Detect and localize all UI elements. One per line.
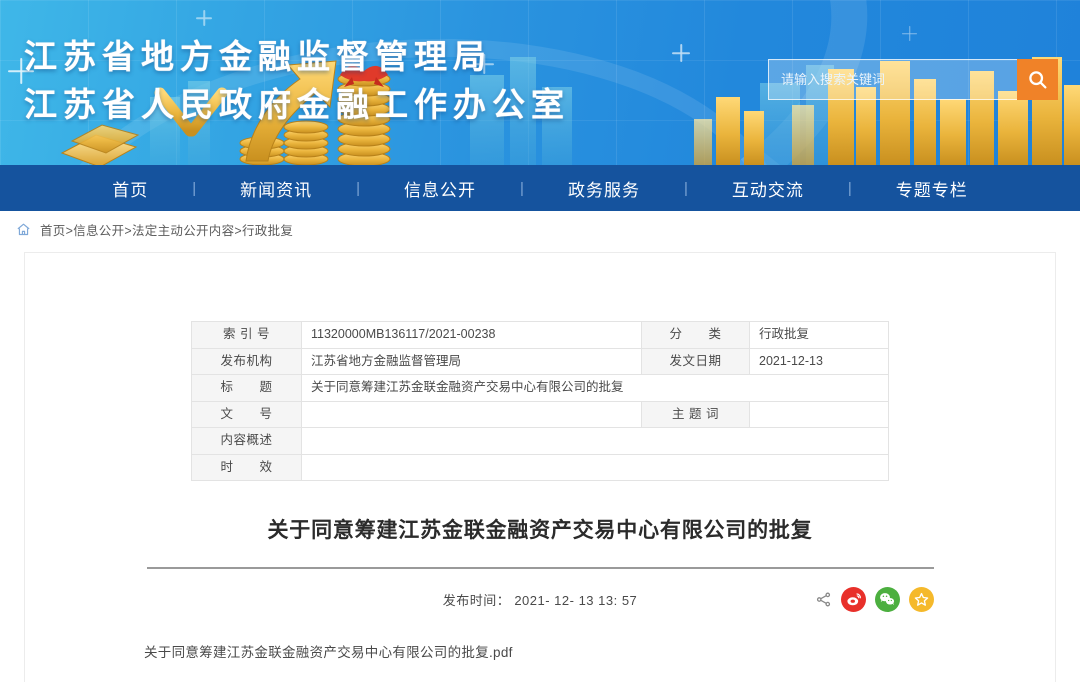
sparkle-icon	[196, 10, 212, 26]
search-icon	[1029, 71, 1047, 89]
nav-item-home[interactable]: 首页	[102, 176, 158, 201]
weibo-icon[interactable]	[840, 586, 866, 612]
sparkle-icon	[902, 26, 917, 41]
cell-label-document-number: 文 号	[191, 400, 302, 428]
nav-separator: |	[683, 179, 688, 197]
cell-label-validity: 时 效	[191, 453, 302, 481]
cell-label-title: 标 题	[191, 374, 302, 402]
share-icon[interactable]	[815, 591, 832, 608]
search-button[interactable]	[1017, 59, 1058, 100]
search-input[interactable]	[768, 59, 1017, 100]
site-title-line-1: 江苏省地方金融监督管理局	[24, 38, 492, 75]
cell-value-keywords	[749, 400, 889, 428]
home-icon[interactable]	[16, 222, 31, 237]
cell-value-document-number	[301, 400, 642, 428]
nav-item-interaction[interactable]: 互动交流	[722, 176, 814, 201]
sparkle-icon	[1042, 104, 1056, 118]
table-row: 发布机构 江苏省地方金融监督管理局 发文日期 2021-12-13	[191, 347, 889, 375]
cell-value-title: 关于同意筹建江苏金联金融资产交易中心有限公司的批复	[301, 374, 889, 402]
main-navigation: 首页 | 新闻资讯 | 信息公开 | 政务服务 | 互动交流 | 专题专栏	[0, 165, 1080, 211]
breadcrumb: 首页>信息公开>法定主动公开内容>行政批复	[0, 211, 1080, 247]
page-title: 关于同意筹建江苏金联金融资产交易中心有限公司的批复	[267, 519, 813, 542]
table-row: 内容概述	[191, 427, 889, 455]
cell-value-issue-date: 2021-12-13	[749, 347, 889, 375]
table-row: 文 号 主 题 词	[191, 400, 889, 428]
content-card: 索 引 号 11320000MB136117/2021-00238 分 类 行政…	[24, 252, 1056, 682]
breadcrumb-path[interactable]: 首页>信息公开>法定主动公开内容>行政批复	[40, 220, 293, 239]
nav-separator: |	[192, 179, 197, 197]
nav-item-topics[interactable]: 专题专栏	[886, 176, 978, 201]
nav-separator: |	[356, 179, 361, 197]
site-banner: 江苏省地方金融监督管理局 江苏省人民政府金融工作办公室	[0, 0, 1080, 165]
document-metadata-table: 索 引 号 11320000MB136117/2021-00238 分 类 行政…	[191, 321, 889, 481]
table-row: 索 引 号 11320000MB136117/2021-00238 分 类 行政…	[191, 321, 889, 349]
favorite-star-icon-glyph	[914, 592, 928, 606]
home-icon-glyph	[17, 223, 30, 235]
nav-separator: |	[520, 179, 524, 197]
cell-value-validity	[301, 453, 889, 481]
table-row: 时 效	[191, 453, 889, 481]
share-icon-glyph	[816, 592, 830, 606]
publish-time: 发布时间： 2021- 12- 13 13: 57	[442, 592, 638, 608]
cell-value-publisher: 江苏省地方金融监督管理局	[301, 347, 642, 375]
cell-label-publisher: 发布机构	[191, 347, 302, 375]
document-meta-row: 发布时间： 2021- 12- 13 13: 57	[147, 585, 934, 613]
title-divider	[146, 567, 934, 569]
nav-item-disclosure[interactable]: 信息公开	[394, 176, 486, 201]
weibo-icon-glyph	[846, 592, 861, 605]
attachment-link[interactable]: 关于同意筹建江苏金联金融资产交易中心有限公司的批复.pdf	[144, 641, 1055, 661]
cell-value-category: 行政批复	[749, 321, 889, 349]
cell-label-summary: 内容概述	[191, 427, 302, 455]
sparkle-icon	[672, 44, 690, 62]
favorite-star-icon[interactable]	[908, 586, 934, 612]
cell-label-issue-date: 发文日期	[641, 347, 750, 375]
nav-item-services[interactable]: 政务服务	[558, 176, 650, 201]
site-search	[768, 59, 1058, 100]
cell-label-category: 分 类	[641, 321, 750, 349]
nav-separator: |	[847, 179, 852, 197]
wechat-icon[interactable]	[874, 586, 900, 612]
site-title: 江苏省地方金融监督管理局 江苏省人民政府金融工作办公室	[24, 33, 570, 129]
cell-value-index-number: 11320000MB136117/2021-00238	[301, 321, 642, 349]
share-group	[815, 585, 934, 613]
site-title-line-2: 江苏省人民政府金融工作办公室	[24, 86, 570, 123]
wechat-icon-glyph	[880, 593, 895, 606]
cell-label-keywords: 主 题 词	[641, 400, 750, 428]
nav-item-news[interactable]: 新闻资讯	[230, 176, 322, 201]
table-row: 标 题 关于同意筹建江苏金联金融资产交易中心有限公司的批复	[191, 374, 889, 402]
cell-label-index-number: 索 引 号	[191, 321, 302, 349]
cell-value-summary	[301, 427, 889, 455]
